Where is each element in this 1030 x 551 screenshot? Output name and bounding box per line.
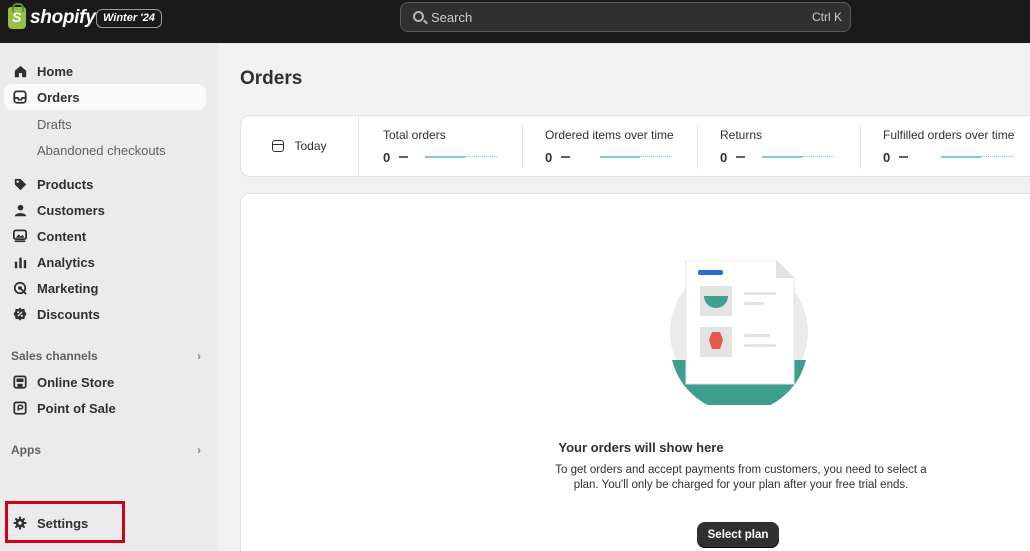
empty-state-description: To get orders and accept payments from c… <box>555 464 927 491</box>
sidebar-item-label: Point of Sale <box>37 400 116 416</box>
sidebar-item-content[interactable]: Content <box>4 223 206 249</box>
metric-value: 0 <box>720 150 728 165</box>
sidebar-item-label: Online Store <box>37 374 115 390</box>
sidebar-item-label: Analytics <box>37 254 95 270</box>
search-input[interactable] <box>431 3 791 31</box>
sidebar-item-orders[interactable]: Orders <box>4 84 206 110</box>
home-icon <box>12 63 28 79</box>
main-content: Orders Today Total orders 0 Ordered item… <box>218 43 1030 551</box>
apps-heading[interactable]: Apps › <box>11 443 201 457</box>
sidebar-item-home[interactable]: Home <box>4 58 206 84</box>
metric-value: 0 <box>545 150 553 165</box>
sidebar: Home Orders Drafts Abandoned checkouts P… <box>0 43 218 551</box>
sidebar-item-analytics[interactable]: Analytics <box>4 249 206 275</box>
sidebar-item-label: Discounts <box>37 306 100 322</box>
metric-value: 0 <box>883 150 891 165</box>
metric-label: Total orders <box>383 128 446 142</box>
sidebar-subitem-drafts[interactable]: Drafts <box>37 117 72 132</box>
sidebar-item-label: Products <box>37 176 94 192</box>
sidebar-item-point-of-sale[interactable]: Point of Sale <box>4 395 206 421</box>
metric-change-dash <box>399 156 408 158</box>
top-bar: shopify Winter '24 Ctrl K <box>0 0 1030 43</box>
sidebar-item-products[interactable]: Products <box>4 171 206 197</box>
metric-change-dash <box>736 156 745 158</box>
metric-label: Ordered items over time <box>545 128 674 142</box>
select-plan-button[interactable]: Select plan <box>697 522 779 548</box>
sidebar-subitem-abandoned-checkouts[interactable]: Abandoned checkouts <box>37 143 166 158</box>
store-icon <box>12 374 28 390</box>
metric-label: Fulfilled orders over time <box>883 128 1015 142</box>
empty-state-title: Your orders will show here <box>558 440 724 455</box>
brand-name: shopify <box>30 7 96 28</box>
discount-icon <box>12 306 28 322</box>
metric-divider <box>860 124 861 169</box>
chevron-right-icon: › <box>197 443 201 457</box>
sidebar-item-label: Settings <box>37 515 89 531</box>
metric-sparkline <box>425 156 497 158</box>
sales-channels-heading[interactable]: Sales channels › <box>11 349 201 363</box>
metric-divider <box>697 124 698 169</box>
metric-divider <box>522 124 523 169</box>
metric-label: Returns <box>720 128 763 142</box>
sales-channels-label: Sales channels <box>11 349 98 363</box>
sidebar-item-label: Marketing <box>37 280 99 296</box>
target-icon <box>12 280 28 296</box>
bar-chart-icon <box>12 254 28 270</box>
sidebar-item-marketing[interactable]: Marketing <box>4 275 206 301</box>
date-range-label: Today <box>294 139 327 153</box>
apps-label: Apps <box>11 443 41 457</box>
metric-value: 0 <box>383 150 391 165</box>
order-metrics-card: Today Total orders 0 Ordered items over … <box>240 115 1030 177</box>
sidebar-item-label: Content <box>37 228 87 244</box>
tag-icon <box>12 176 28 192</box>
sidebar-item-online-store[interactable]: Online Store <box>4 369 206 395</box>
chevron-right-icon: › <box>197 349 201 363</box>
edition-badge[interactable]: Winter '24 <box>96 9 163 28</box>
person-icon <box>12 202 28 218</box>
shopify-logo[interactable]: shopify <box>8 3 96 29</box>
sidebar-item-customers[interactable]: Customers <box>4 197 206 223</box>
date-range-button[interactable]: Today <box>241 116 359 176</box>
metric-change-dash <box>899 156 908 158</box>
sidebar-item-label: Orders <box>37 89 80 105</box>
empty-state-card: Your orders will show here To get orders… <box>240 193 1030 551</box>
metric-sparkline <box>941 156 1013 158</box>
sidebar-item-discounts[interactable]: Discounts <box>4 301 206 327</box>
sidebar-item-label: Home <box>37 63 74 79</box>
page-title: Orders <box>240 68 303 89</box>
search-shortcut-hint: Ctrl K <box>812 10 842 24</box>
inbox-icon <box>12 89 28 105</box>
shopify-bag-icon <box>8 3 26 29</box>
sidebar-item-settings[interactable]: Settings <box>4 510 206 536</box>
search-bar[interactable]: Ctrl K <box>400 2 851 32</box>
metric-change-dash <box>561 156 570 158</box>
metric-sparkline <box>600 156 672 158</box>
orders-illustration <box>670 260 808 405</box>
pos-icon <box>12 400 28 416</box>
image-icon <box>12 228 28 244</box>
sidebar-item-label: Customers <box>37 202 105 218</box>
metric-sparkline <box>762 156 834 158</box>
search-icon <box>413 11 424 22</box>
calendar-icon <box>272 140 285 152</box>
gear-icon <box>12 515 28 531</box>
